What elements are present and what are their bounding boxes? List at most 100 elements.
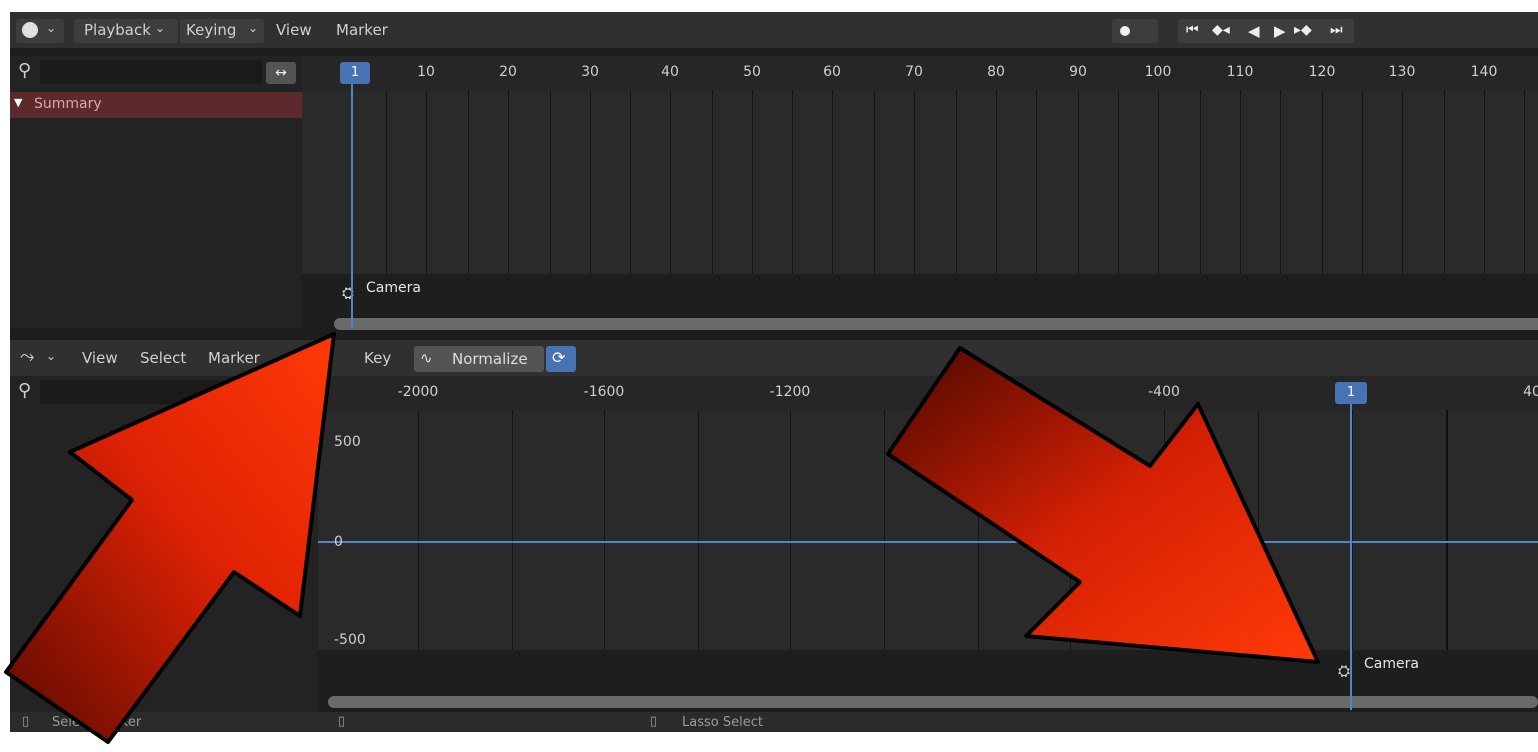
grid-line <box>792 90 793 274</box>
y-tick: 0 <box>334 534 343 550</box>
summary-channel[interactable]: ▼ Summary <box>10 92 302 118</box>
grid-line <box>508 90 509 274</box>
status-bar: ▯ Select Marker ▯ ▯ Lasso Select <box>10 712 1538 732</box>
view-menu[interactable]: View <box>82 349 118 367</box>
frame-tick: 30 <box>581 64 599 80</box>
marker-menu[interactable]: Marker <box>208 349 260 367</box>
graph-marker-row[interactable]: ⛭ Camera <box>318 650 1538 692</box>
timeline-horizontal-scrollbar[interactable] <box>334 318 1538 330</box>
next-keyframe-icon[interactable]: ▸◆ <box>1294 22 1312 38</box>
grid-line <box>1352 410 1353 650</box>
auto-normalize-button[interactable]: ⟳ <box>546 346 576 372</box>
grid-line <box>1158 90 1159 274</box>
prev-keyframe-icon[interactable]: ◆◂ <box>1212 22 1230 38</box>
timeline-header: ⌄ Playback ⌄ Keying ⌄ View Marker ⏮ ◆◂ ◀… <box>10 12 1538 48</box>
search-input[interactable] <box>40 60 262 84</box>
frame-tick: 120 <box>1308 64 1336 80</box>
frame-tick: 20 <box>499 64 517 80</box>
keying-menu-label: Keying <box>186 21 237 39</box>
jump-end-icon[interactable]: ⏭ <box>1330 22 1343 38</box>
grid-line <box>1280 90 1281 274</box>
marker-menu[interactable]: Marker <box>336 21 388 39</box>
record-icon <box>1120 26 1130 36</box>
camera-icon: ⛭ <box>1338 662 1351 680</box>
play-icon[interactable]: ▶ <box>1274 22 1286 40</box>
grid-line <box>1200 90 1201 274</box>
grid-line <box>914 90 915 274</box>
grid-line <box>884 410 885 650</box>
mouse-middle-icon: ▯ <box>338 714 346 729</box>
grid-line <box>712 90 713 274</box>
grid-line <box>1446 410 1448 650</box>
grid-line <box>1402 90 1403 274</box>
timeline-playhead-line <box>351 72 353 328</box>
timeline-marker-row[interactable]: ⛭ Camera <box>302 274 1538 316</box>
graph-plot-area[interactable]: 500 0 -500 <box>318 410 1538 650</box>
frame-tick: 80 <box>987 64 1005 80</box>
frame-tick: 60 <box>823 64 841 80</box>
graph-editor-header: ⤳ ⌄ View Select Marker Key ∿ Normalize ⟳ <box>10 340 1538 376</box>
blender-window: ⌄ Playback ⌄ Keying ⌄ View Marker ⏮ ◆◂ ◀… <box>10 12 1538 732</box>
jump-start-icon[interactable]: ⏮ <box>1186 22 1199 38</box>
grid-line <box>386 90 387 274</box>
frame-tick: 10 <box>417 64 435 80</box>
graph-editor-type-icon[interactable]: ⤳ <box>20 346 34 367</box>
play-reverse-icon[interactable]: ◀ <box>1248 22 1260 40</box>
frame-tick: -1600 <box>583 384 625 400</box>
grid-line <box>1362 90 1363 274</box>
grid-line <box>956 90 957 274</box>
graph-horizontal-scrollbar[interactable] <box>328 696 1538 708</box>
frame-tick: 40 <box>1523 384 1538 400</box>
disclosure-triangle-icon[interactable]: ▼ <box>14 96 22 109</box>
camera-marker-label[interactable]: Camera <box>1364 656 1419 672</box>
clock-icon <box>22 22 38 38</box>
auto-keying-button[interactable] <box>1112 19 1158 43</box>
grid-line <box>832 90 833 274</box>
graph-channel-panel: ⚲ <box>10 376 318 712</box>
search-input[interactable] <box>40 380 310 404</box>
frame-tick: -1200 <box>769 384 811 400</box>
grid-line <box>1164 410 1165 650</box>
grid-line <box>698 410 699 650</box>
frame-tick: 70 <box>905 64 923 80</box>
expand-channels-button[interactable]: ↔ <box>266 62 296 84</box>
timeline-current-frame-indicator[interactable]: 1 <box>340 62 370 84</box>
grid-line <box>1070 410 1071 650</box>
editor-type-button[interactable]: ⌄ <box>16 19 64 43</box>
grid-line <box>418 410 419 650</box>
key-menu[interactable]: Key <box>364 349 391 367</box>
view-menu[interactable]: View <box>276 21 312 39</box>
normalize-label: Normalize <box>452 350 528 368</box>
timeline-keyframe-area[interactable] <box>302 90 1538 274</box>
grid-line <box>1484 90 1485 274</box>
normalize-icon: ∿ <box>420 349 433 367</box>
timeline-frame-ruler[interactable]: 10 20 30 40 50 60 70 80 90 100 110 120 1… <box>302 56 1538 90</box>
frame-tick: 140 <box>1470 64 1498 80</box>
zero-value-line <box>318 541 1538 543</box>
grid-line <box>630 90 631 274</box>
search-icon: ⚲ <box>18 60 32 81</box>
chevron-down-icon: ⌄ <box>46 21 57 35</box>
search-icon: ⚲ <box>18 380 32 401</box>
grid-line <box>1240 90 1241 274</box>
graph-current-frame-indicator[interactable]: 1 <box>1335 382 1367 404</box>
frame-tick: 130 <box>1388 64 1416 80</box>
chevron-down-icon: ⌄ <box>155 21 166 35</box>
playback-menu-label: Playback <box>84 21 151 39</box>
mouse-right-icon: ▯ <box>650 714 658 729</box>
camera-marker-label[interactable]: Camera <box>366 280 421 296</box>
select-menu[interactable]: Select <box>140 349 186 367</box>
normalize-toggle[interactable]: ∿ Normalize <box>414 346 544 372</box>
summary-label: Summary <box>34 96 102 112</box>
frame-tick: 90 <box>1069 64 1087 80</box>
grid-line <box>752 90 753 274</box>
grid-line <box>604 410 605 650</box>
timeline-channel-panel: ⚲ ↔ ▼ Summary <box>10 56 302 328</box>
grid-line <box>670 90 671 274</box>
grid-line <box>1118 90 1119 274</box>
grid-line <box>1524 90 1525 274</box>
y-tick: -500 <box>334 632 366 648</box>
grid-line <box>550 90 551 274</box>
frame-tick: 100 <box>1144 64 1172 80</box>
grid-line <box>1036 90 1037 274</box>
